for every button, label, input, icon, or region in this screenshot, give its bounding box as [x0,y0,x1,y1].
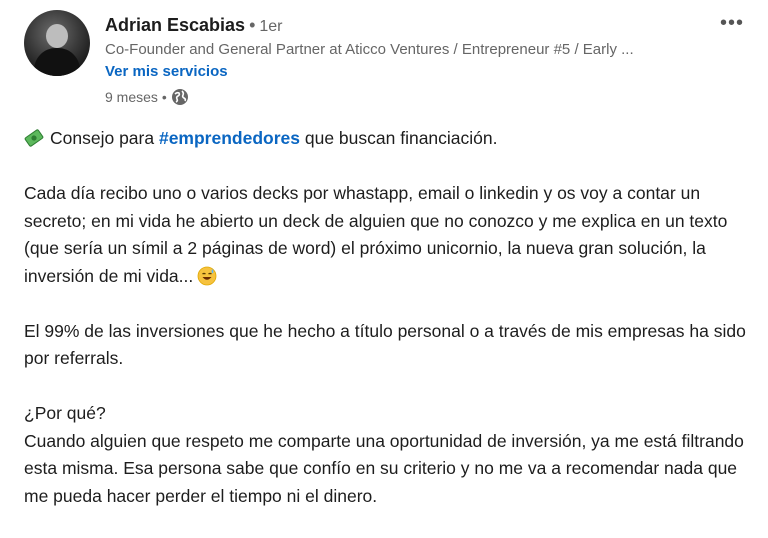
post-body: Consejo para #emprendedores que buscan f… [24,125,754,538]
intro-text-after: que buscan financiación. [300,128,498,148]
globe-icon [171,88,189,106]
hashtag-emprendedores[interactable]: #emprendedores [159,128,300,148]
author-avatar[interactable] [24,10,90,76]
connection-degree: 1er [259,18,283,35]
post-question: ¿Por qué? [24,403,106,423]
author-block: Adrian Escabias • 1er Co-Founder and Gener… [105,14,708,106]
avatar-body [34,48,80,76]
author-name-line: Adrian Escabias • 1er [105,14,708,38]
paragraph-1-text: Cada día recibo uno o varios decks por w… [24,183,728,286]
post-paragraph-1: Cada día recibo uno o varios decks por w… [24,180,754,290]
author-headline[interactable]: Co-Founder and General Partner at Aticco… [105,40,695,60]
post-paragraph-2: El 99% de las inversiones que he hecho a… [24,320,746,369]
name-separator: • [249,15,256,35]
post-time: 9 meses [105,89,158,105]
avatar-head [46,24,68,48]
author-name[interactable]: Adrian Escabias [105,15,245,35]
sweat-smile-emoji-icon [197,266,217,286]
money-icon [24,128,44,147]
post-meta: 9 meses • [105,88,708,106]
post-paragraph-3: Cuando alguien que respeto me comparte u… [24,430,744,506]
services-link[interactable]: Ver mis servicios [105,62,228,82]
meta-separator: • [161,89,167,105]
post-intro: Consejo para #emprendedores que buscan f… [24,125,754,153]
intro-text-before: Consejo para [50,128,159,148]
more-options-icon[interactable]: ••• [720,12,744,35]
